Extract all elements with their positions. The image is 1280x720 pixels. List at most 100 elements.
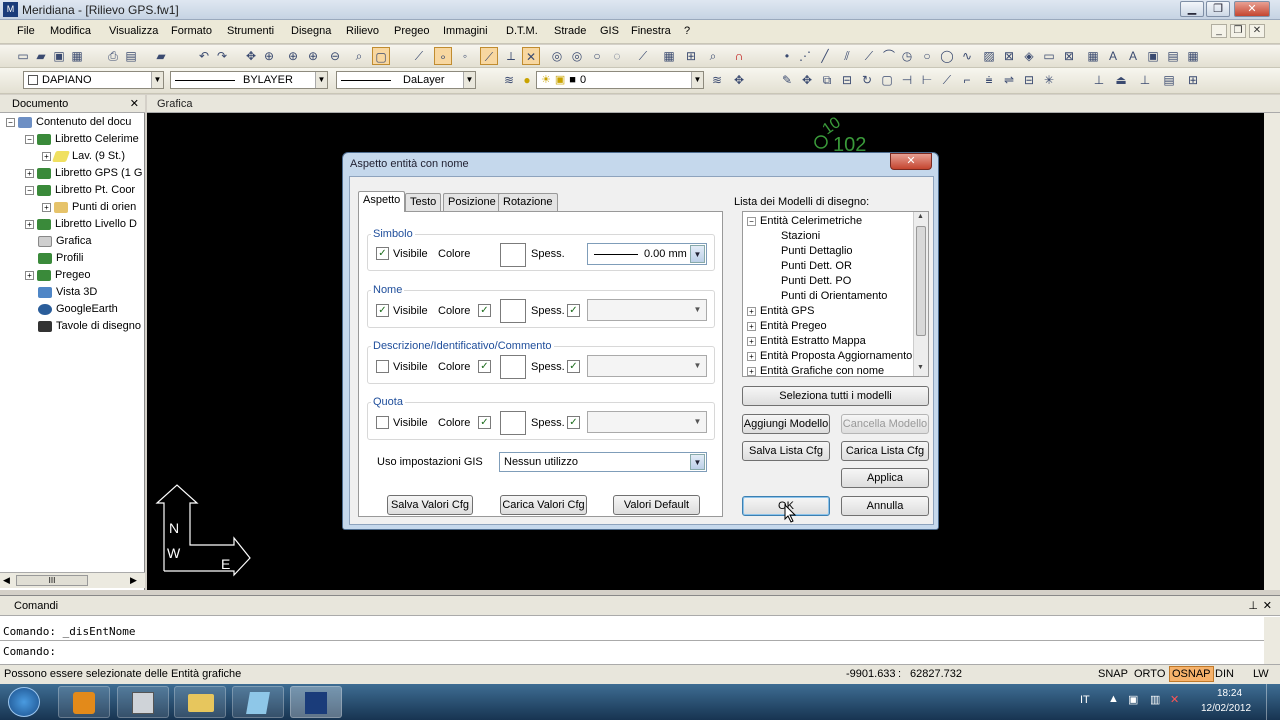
- tree-item[interactable]: − Libretto Pt. Coor: [25, 184, 144, 196]
- model-tree-item[interactable]: − Entità Celerimetriche: [747, 215, 862, 227]
- model-tree-item[interactable]: Punti Dettaglio: [781, 245, 853, 257]
- text-icon[interactable]: A: [1104, 47, 1122, 65]
- fillet-icon[interactable]: ⌐: [958, 71, 976, 89]
- model-tree-item[interactable]: + Entità Proposta Aggiornamento: [747, 350, 912, 362]
- apply-button[interactable]: Applica: [841, 468, 929, 488]
- tree-item[interactable]: + Lav. (9 St.): [42, 150, 144, 162]
- zoom-out-icon[interactable]: ⊖: [326, 47, 344, 65]
- mdi-minimize-button[interactable]: _: [1211, 24, 1227, 38]
- chevron-down-icon[interactable]: ▼: [690, 357, 705, 375]
- scroll-down-icon[interactable]: ▼: [917, 364, 924, 371]
- break-icon[interactable]: ⟋: [938, 71, 956, 89]
- chevron-down-icon[interactable]: ▼: [463, 72, 475, 88]
- tree-item[interactable]: Profili: [38, 252, 144, 264]
- language-indicator[interactable]: IT: [1080, 694, 1090, 706]
- command-vscrollbar[interactable]: [1264, 617, 1280, 666]
- tab-aspetto[interactable]: Aspetto: [358, 191, 406, 212]
- linetype-combo[interactable]: BYLAYER ▼: [170, 71, 328, 89]
- show-desktop-button[interactable]: [1266, 684, 1280, 720]
- quota-color-bylayer-checkbox[interactable]: ✓: [478, 416, 491, 429]
- tree-item[interactable]: Tavole di disegno: [38, 320, 144, 332]
- load-list-cfg-button[interactable]: Carica Lista Cfg: [841, 441, 929, 461]
- tree-item[interactable]: − Contenuto del docu: [6, 116, 144, 128]
- mdi-restore-button[interactable]: ❐: [1230, 24, 1246, 38]
- chevron-down-icon[interactable]: ▼: [690, 413, 705, 431]
- print-icon[interactable]: ⎙: [104, 47, 122, 65]
- block-icon[interactable]: ⊠: [1000, 47, 1018, 65]
- array-icon[interactable]: ⊟: [1020, 71, 1038, 89]
- descrizione-thickness-bylayer-checkbox[interactable]: ✓: [567, 360, 580, 373]
- match-icon[interactable]: ⊞: [1184, 71, 1202, 89]
- tree-expander-icon[interactable]: +: [42, 202, 51, 212]
- snap-near-icon[interactable]: ⟋: [480, 47, 498, 65]
- tree-expander-icon[interactable]: +: [747, 366, 756, 376]
- scroll-left-icon[interactable]: ◀: [3, 575, 10, 586]
- trim-icon[interactable]: ⊣: [898, 71, 916, 89]
- extend-icon[interactable]: ⊢: [918, 71, 936, 89]
- mtext-icon[interactable]: A: [1124, 47, 1142, 65]
- menu-file[interactable]: File: [17, 25, 35, 37]
- tree-expander-icon[interactable]: −: [25, 185, 34, 195]
- polyline-icon[interactable]: ⋰: [796, 47, 814, 65]
- chevron-down-icon[interactable]: ▼: [315, 72, 327, 88]
- folder-icon[interactable]: ▰: [152, 47, 170, 65]
- menu-visualizza[interactable]: Visualizza: [109, 25, 158, 37]
- tree-expander-icon[interactable]: −: [25, 134, 34, 144]
- lw-toggle[interactable]: LW: [1253, 668, 1269, 680]
- tray-up-arrow-icon[interactable]: ▲: [1108, 693, 1119, 705]
- snap-center-icon[interactable]: ◎: [548, 47, 566, 65]
- line-icon[interactable]: ╱: [816, 47, 834, 65]
- scale-icon[interactable]: ▢: [878, 71, 896, 89]
- quota-thickness-combo[interactable]: ▼: [587, 411, 707, 433]
- descrizione-color-bylayer-checkbox[interactable]: ✓: [478, 360, 491, 373]
- tree-expander-icon[interactable]: +: [42, 151, 51, 161]
- undo-icon[interactable]: ↶: [195, 47, 213, 65]
- graphics-vscrollbar[interactable]: [1264, 113, 1280, 590]
- chevron-down-icon[interactable]: ▼: [690, 301, 705, 319]
- table-icon[interactable]: ▦: [1084, 47, 1102, 65]
- tree-item[interactable]: GoogleEarth: [38, 303, 144, 315]
- close-button[interactable]: ✕: [1234, 1, 1270, 17]
- model-tree-item[interactable]: Stazioni: [781, 230, 820, 242]
- outlook-taskbar-icon[interactable]: [58, 686, 110, 718]
- rotate-icon[interactable]: ↻: [858, 71, 876, 89]
- nome-color-swatch[interactable]: [500, 299, 526, 323]
- menu-immagini[interactable]: Immagini: [443, 25, 488, 37]
- tree-expander-icon[interactable]: +: [747, 321, 756, 331]
- model-tree-item[interactable]: + Entità Estratto Mappa: [747, 335, 866, 347]
- attribute-icon[interactable]: ▤: [1164, 47, 1182, 65]
- snap-circle-icon[interactable]: ◌: [608, 47, 626, 65]
- magnet-icon[interactable]: ∩: [730, 47, 748, 65]
- descrizione-thickness-combo[interactable]: ▼: [587, 355, 707, 377]
- tree-item[interactable]: + Libretto Livello D: [25, 218, 144, 230]
- zoom-plus-icon[interactable]: ⊕: [304, 47, 322, 65]
- chevron-down-icon[interactable]: ▼: [690, 454, 705, 470]
- tree-item[interactable]: Vista 3D: [38, 286, 144, 298]
- circle-2pt-icon[interactable]: ○: [918, 47, 936, 65]
- snap-parallel-icon[interactable]: ⟋: [634, 47, 652, 65]
- minimize-button[interactable]: ▁: [1180, 1, 1204, 17]
- tree-item[interactable]: + Pregeo: [25, 269, 144, 281]
- layer-combo[interactable]: DAPIANO ▼: [23, 71, 164, 89]
- tree-expander-icon[interactable]: −: [747, 216, 756, 226]
- new-file-icon[interactable]: ▭: [14, 47, 32, 65]
- document-pane-hscrollbar[interactable]: ◀ III ▶: [0, 572, 145, 588]
- cancel-button[interactable]: Annulla: [841, 496, 929, 516]
- print-preview-icon[interactable]: ▤: [122, 47, 140, 65]
- area-icon[interactable]: ⏏: [1112, 71, 1130, 89]
- tree-item[interactable]: + Libretto GPS (1 G: [25, 167, 144, 179]
- layer-table-icon[interactable]: ▦: [1184, 47, 1202, 65]
- default-values-button[interactable]: Valori Default: [613, 495, 700, 515]
- edit-pencil-icon[interactable]: ✎: [778, 71, 796, 89]
- zoom-in-icon[interactable]: ⊕: [284, 47, 302, 65]
- model-tree-item[interactable]: + Entità Pregeo: [747, 320, 827, 332]
- document-pane-close-icon[interactable]: ✕: [130, 97, 139, 110]
- save-values-cfg-button[interactable]: Salva Valori Cfg: [387, 495, 473, 515]
- snap-grid-icon[interactable]: ▦: [660, 47, 678, 65]
- point-icon[interactable]: •: [778, 47, 796, 65]
- tab-posizione[interactable]: Posizione: [443, 193, 501, 211]
- menu-finestra[interactable]: Finestra: [631, 25, 671, 37]
- hatch-icon[interactable]: ▨: [980, 47, 998, 65]
- menu-pregeo[interactable]: Pregeo: [394, 25, 429, 37]
- delete-model-button[interactable]: Cancella Modello: [841, 414, 929, 434]
